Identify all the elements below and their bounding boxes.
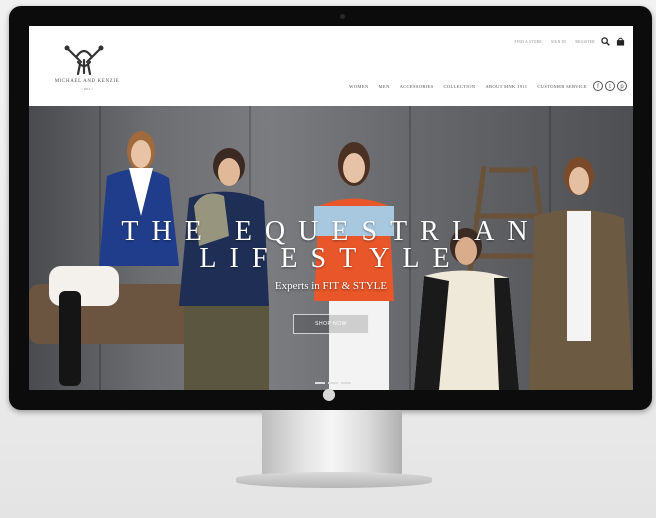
find-store-link[interactable]: FIND A STORE (515, 40, 542, 44)
hero-subtitle: Experts in FIT & STYLE (274, 280, 388, 292)
monitor-stand-base (236, 472, 432, 488)
pinterest-icon[interactable]: p (617, 81, 627, 91)
search-icon[interactable] (601, 37, 610, 46)
utility-links: FIND A STORE SIGN IN REGISTER (507, 40, 595, 44)
apple-logo-icon: ● (322, 384, 336, 403)
bag-icon[interactable] (616, 37, 625, 46)
brand-year: ~ 1911 ~ (80, 87, 94, 91)
hero-title-line2: LIFESTYLE (199, 243, 463, 274)
main-nav: WOMEN MEN ACCESSORIES COLLECTION ABOUT M… (349, 84, 587, 89)
site-header: MICHAEL AND KENZIE ~ 1911 ~ FIND A STORE… (29, 26, 633, 106)
monitor-stand-neck (262, 410, 402, 476)
horse-logo-icon[interactable] (61, 42, 107, 76)
nav-about[interactable]: ABOUT MNK 1911 (485, 84, 527, 89)
model-right-woman (529, 157, 633, 390)
camera-dot (340, 14, 345, 19)
sign-in-link[interactable]: SIGN IN (551, 40, 566, 44)
nav-customer-service[interactable]: CUSTOMER SERVICE (537, 84, 587, 89)
social-links: f t p (593, 81, 627, 91)
brand-name[interactable]: MICHAEL AND KENZIE (39, 79, 135, 84)
shop-now-button[interactable]: SHOP NOW (293, 314, 369, 334)
hero-title-line1: THE EQUESTRIAN (121, 216, 541, 247)
screen: MICHAEL AND KENZIE ~ 1911 ~ FIND A STORE… (29, 26, 633, 390)
twitter-icon[interactable]: t (605, 81, 615, 91)
monitor: MICHAEL AND KENZIE ~ 1911 ~ FIND A STORE… (9, 6, 652, 410)
facebook-icon[interactable]: f (593, 81, 603, 91)
nav-women[interactable]: WOMEN (349, 84, 368, 89)
nav-men[interactable]: MEN (378, 84, 389, 89)
carousel-dot[interactable] (341, 382, 351, 384)
nav-collection[interactable]: COLLECTION (444, 84, 476, 89)
nav-accessories[interactable]: ACCESSORIES (400, 84, 434, 89)
register-link[interactable]: REGISTER (575, 40, 595, 44)
hero-banner: THE EQUESTRIAN LIFESTYLE Experts in FIT … (29, 106, 633, 390)
